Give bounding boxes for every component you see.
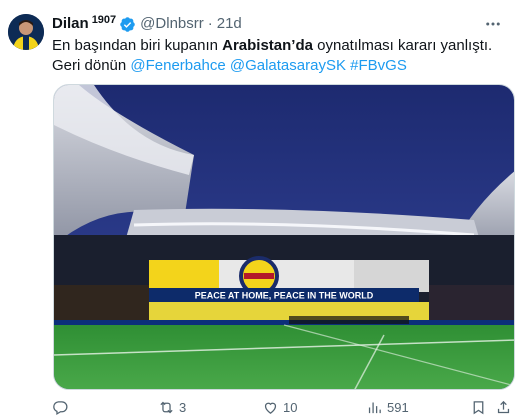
share-button[interactable] <box>495 398 512 417</box>
repost-count: 3 <box>179 400 187 415</box>
timestamp[interactable]: 21d <box>217 14 242 34</box>
separator-dot: · <box>207 15 213 32</box>
reply-icon <box>53 401 68 416</box>
views-button[interactable]: 591 <box>366 398 409 417</box>
author-handle[interactable]: @Dlnbsrr <box>140 14 204 34</box>
views-icon <box>368 402 381 414</box>
more-icon[interactable] <box>483 14 503 34</box>
reply-button[interactable] <box>52 398 73 417</box>
repost-icon <box>160 401 173 414</box>
tweet[interactable]: Dilan 1907 @Dlnbsrr · 21d En başından bi… <box>0 0 517 417</box>
tweet-text-part1: En başından biri kupanın <box>52 37 223 54</box>
tweet-text: En başından biri kupanın Arabistan’da oy… <box>52 36 507 76</box>
tweet-text-bold: Arabistan’da <box>222 37 313 54</box>
tweet-image[interactable]: PEACE AT HOME, PEACE IN THE WORLD <box>53 84 515 390</box>
action-bar: 3 10 591 <box>46 398 517 417</box>
repost-button[interactable]: 3 <box>158 398 186 417</box>
mention-link[interactable]: @Fenerbahce <box>130 57 225 74</box>
hashtag-link[interactable]: #FBvGS <box>350 57 407 74</box>
like-count: 10 <box>283 400 298 415</box>
bookmark-icon <box>473 401 484 415</box>
views-count: 591 <box>387 400 409 415</box>
bookmark-button[interactable] <box>470 398 487 417</box>
author-name-suffix: 1907 <box>91 14 117 26</box>
banner-text: PEACE AT HOME, PEACE IN THE WORLD <box>195 291 374 301</box>
avatar[interactable] <box>8 14 44 50</box>
verified-badge-icon <box>119 16 136 33</box>
author-name[interactable]: Dilan <box>52 14 89 34</box>
like-icon <box>264 402 277 414</box>
mention-link[interactable]: @GalatasaraySK <box>230 57 346 74</box>
like-button[interactable]: 10 <box>262 398 297 417</box>
tweet-header: Dilan 1907 @Dlnbsrr · 21d <box>52 14 242 34</box>
share-icon <box>497 400 510 414</box>
